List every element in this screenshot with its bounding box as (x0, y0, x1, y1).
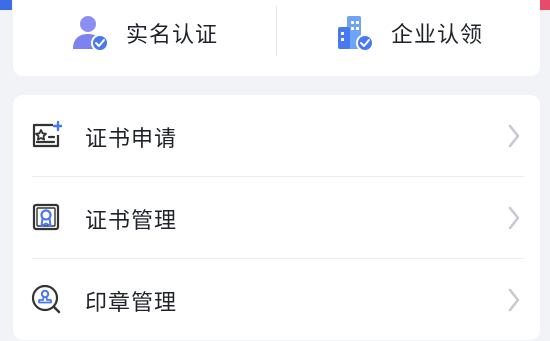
real-name-auth-button[interactable]: 实名认证 (70, 0, 218, 66)
actions-divider (276, 6, 277, 56)
chevron-right-icon (508, 206, 520, 230)
menu-list-card: 证书申请 证书管理 印章管理 (13, 95, 540, 340)
enterprise-building-icon (338, 16, 374, 52)
certificate-manage-icon (32, 203, 60, 231)
enterprise-claim-button[interactable]: 企业认领 (335, 0, 483, 66)
enterprise-claim-label: 企业认领 (391, 23, 484, 48)
menu-item-seal-manage[interactable]: 印章管理 (13, 259, 540, 341)
chevron-right-icon (508, 288, 520, 312)
certificate-apply-icon (32, 120, 62, 148)
menu-item-certificate-apply[interactable]: 证书申请 (13, 95, 540, 177)
seal-manage-icon (31, 284, 61, 314)
menu-item-label: 证书申请 (85, 127, 178, 152)
chevron-right-icon (508, 124, 520, 148)
menu-item-certificate-manage[interactable]: 证书管理 (13, 177, 540, 259)
identity-actions-card: 实名认证 企业认领 (13, 0, 540, 76)
user-verified-icon (73, 16, 109, 52)
menu-item-label: 印章管理 (85, 291, 178, 316)
menu-item-label: 证书管理 (85, 209, 178, 234)
real-name-auth-label: 实名认证 (126, 23, 219, 48)
top-left-accent (0, 0, 12, 10)
